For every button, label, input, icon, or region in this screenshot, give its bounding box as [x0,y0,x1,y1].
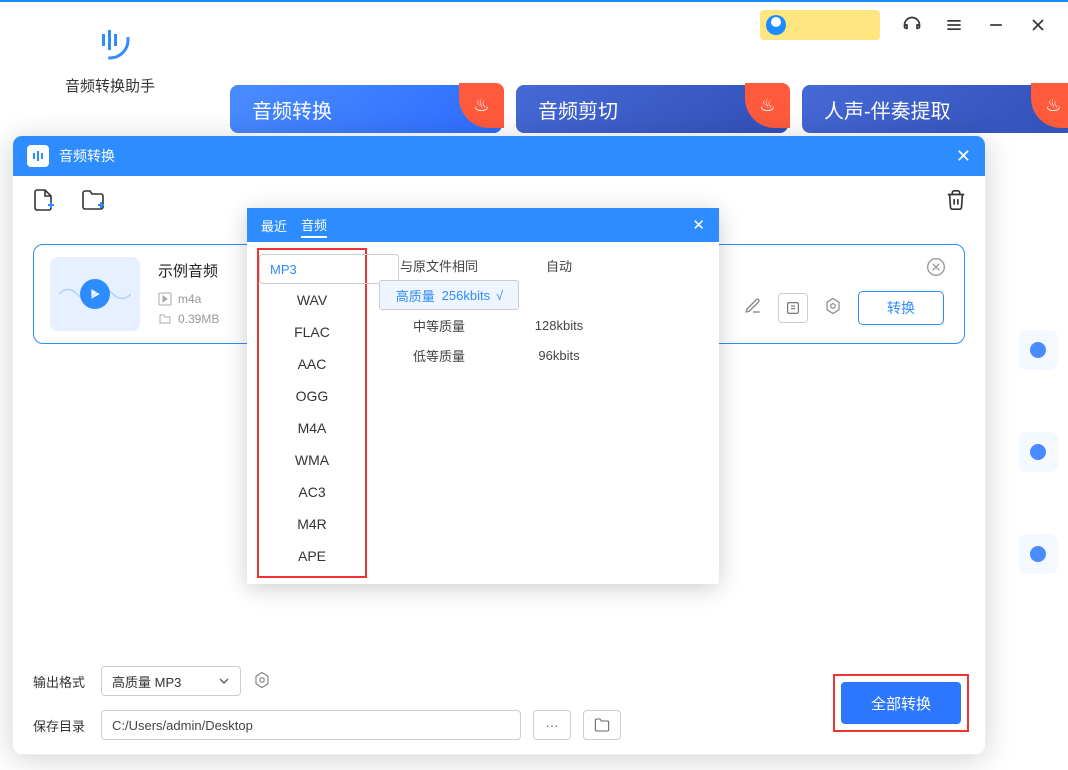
file-settings-icon[interactable] [778,293,808,323]
side-icon-1[interactable] [1018,330,1058,370]
modal-title-text: 音频转换 [59,146,115,166]
menu-icon[interactable] [944,15,964,35]
save-path-label: 保存目录 [33,716,89,735]
app-brand: 音频转换助手 [30,20,190,96]
format-settings-icon[interactable] [253,671,271,692]
quality-option[interactable]: 低等质量96kbits [379,340,707,370]
format-option-flac[interactable]: FLAC [259,316,365,348]
format-option-m4a[interactable]: M4A [259,412,365,444]
side-icon-2[interactable] [1018,432,1058,472]
file-thumbnail[interactable] [50,257,140,331]
add-folder-icon[interactable] [81,188,105,212]
flame-icon: ♨ [745,83,790,128]
remove-file-icon[interactable] [926,257,946,277]
headset-icon[interactable] [902,15,922,35]
modal-logo-icon [27,145,49,167]
format-popup: 最近 音频 ✕ MP3WAVFLACAACOGGM4AWMAAC3M4RAPE … [247,208,719,584]
add-file-icon[interactable] [31,188,55,212]
modal-titlebar: 音频转换 ✕ [13,136,985,176]
card-audio-cut[interactable]: 音频剪切♨ [516,85,788,133]
app-logo-icon [90,20,130,60]
side-feature-icons [1018,330,1058,574]
popup-tabs: 最近 音频 ✕ [247,208,719,242]
output-format-select[interactable]: 高质量 MP3 [101,666,241,696]
file-ext: m4a [178,289,201,309]
quality-option[interactable]: 与原文件相同自动 [379,250,707,280]
delete-all-icon[interactable] [945,189,967,211]
flame-icon: ♨ [459,83,504,128]
feature-cards: 音频转换♨ 音频剪切♨ 人声-伴奏提取♨ [230,85,1068,133]
format-option-aac[interactable]: AAC [259,348,365,380]
avatar-icon [766,15,786,35]
file-info: 示例音频 m4a 0.39MB [158,260,219,329]
save-path-input[interactable] [101,710,521,740]
user-area[interactable] [760,10,880,40]
minimize-icon[interactable] [986,15,1006,35]
app-title: 音频转换助手 [30,75,190,96]
format-option-ac3[interactable]: AC3 [259,476,365,508]
flame-icon: ♨ [1031,83,1068,128]
format-option-m4r[interactable]: M4R [259,508,365,540]
convert-all-button[interactable]: 全部转换 [841,682,961,724]
format-option-wma[interactable]: WMA [259,444,365,476]
modal-close-icon[interactable]: ✕ [956,146,971,167]
convert-button[interactable]: 转换 [858,291,944,325]
format-option-wav[interactable]: WAV [259,284,365,316]
side-icon-3[interactable] [1018,534,1058,574]
quality-list: 与原文件相同自动高质量256kbits√中等质量128kbits低等质量96kb… [367,242,719,584]
format-option-ape[interactable]: APE [259,540,365,572]
quality-option[interactable]: 中等质量128kbits [379,310,707,340]
tab-audio[interactable]: 音频 [301,213,327,238]
output-format-label: 输出格式 [33,672,89,691]
gear-icon[interactable] [824,297,842,320]
browse-folder-icon[interactable] [583,710,621,740]
edit-icon[interactable] [744,297,762,320]
file-actions: 转换 [744,291,944,325]
modal-bottom: 输出格式 高质量 MP3 保存目录 ··· 全部转换 [13,652,985,754]
path-more-button[interactable]: ··· [533,710,571,740]
file-name: 示例音频 [158,260,219,281]
quality-option[interactable]: 高质量256kbits√ [379,280,519,310]
tab-recent[interactable]: 最近 [261,214,287,237]
format-list: MP3WAVFLACAACOGGM4AWMAAC3M4RAPE [257,248,367,578]
chevron-down-icon [218,675,230,687]
file-size: 0.39MB [178,309,219,329]
card-vocal-extract[interactable]: 人声-伴奏提取♨ [802,85,1068,133]
close-icon[interactable] [1028,15,1048,35]
popup-close-icon[interactable]: ✕ [692,216,705,234]
card-audio-convert[interactable]: 音频转换♨ [230,85,502,133]
format-option-ogg[interactable]: OGG [259,380,365,412]
